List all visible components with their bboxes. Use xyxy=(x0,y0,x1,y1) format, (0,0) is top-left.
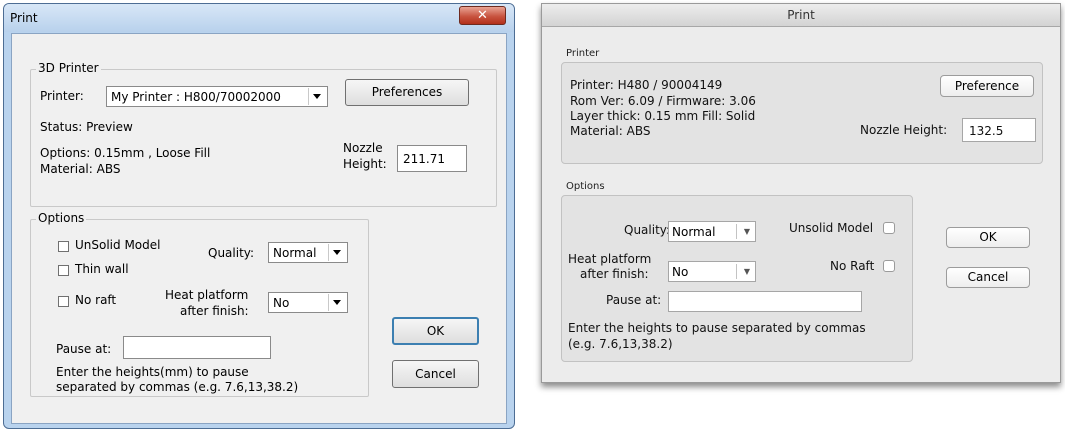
status-text: Status: Preview xyxy=(40,120,133,134)
printer-text: Printer: H480 / 90004149 xyxy=(570,78,723,92)
options-section-label: Options xyxy=(566,181,605,192)
quality-popup-value: Normal xyxy=(672,225,716,239)
cancel-button[interactable]: Cancel xyxy=(392,360,479,388)
nozzle-height-value: 211.71 xyxy=(403,152,445,166)
pause-at-input[interactable] xyxy=(668,291,862,312)
popup-arrow-icon: ▼ xyxy=(743,227,750,236)
cancel-button[interactable]: Cancel xyxy=(946,267,1030,288)
unsolid-model-checkbox[interactable] xyxy=(883,222,895,234)
options-summary: Options: 0.15mm , Loose Fill xyxy=(40,146,211,160)
printer-section-label: Printer xyxy=(566,48,600,59)
dropdown-arrow-icon xyxy=(308,88,326,105)
quality-popup[interactable]: Normal ▼ xyxy=(668,221,756,242)
window-title: Print xyxy=(10,11,38,25)
nozzle-height-label: Nozzle Height: xyxy=(860,123,948,137)
printer-label: Printer: xyxy=(40,89,84,103)
pause-at-label: Pause at: xyxy=(606,293,662,307)
heat-platform-label-line2: after finish: xyxy=(180,304,249,318)
preferences-button[interactable]: Preferences xyxy=(345,79,469,106)
no-raft-label: No Raft xyxy=(830,259,875,273)
nozzle-height-input[interactable]: 211.71 xyxy=(397,145,467,172)
dialog-client-area: 3D Printer Printer: My Printer : H800/70… xyxy=(11,33,507,424)
dropdown-arrow-icon xyxy=(328,294,346,311)
thin-wall-label: Thin wall xyxy=(75,262,129,276)
nozzle-height-value: 132.5 xyxy=(969,124,1004,138)
pause-at-label: Pause at: xyxy=(56,342,112,356)
pause-hint-line1: Enter the heights to pause separated by … xyxy=(568,321,866,335)
nozzle-label-line2: Height: xyxy=(343,157,387,171)
printer-select-value: My Printer : H800/70002000 xyxy=(111,90,281,104)
unsolid-model-checkbox[interactable] xyxy=(58,241,69,252)
printer-group: Printer: H480 / 90004149 Rom Ver: 6.09 /… xyxy=(561,62,1043,164)
title-bar: Print ✕ xyxy=(4,4,514,32)
no-raft-label: No raft xyxy=(75,293,117,307)
quality-select[interactable]: Normal xyxy=(268,242,348,263)
title-bar: Print xyxy=(542,4,1060,27)
window-title: Print xyxy=(787,8,815,22)
pause-at-input[interactable] xyxy=(123,336,271,359)
preference-button[interactable]: Preference xyxy=(940,75,1034,97)
quality-label: Quality: xyxy=(208,246,255,260)
heat-platform-label-line1: Heat platform xyxy=(568,252,652,266)
no-raft-checkbox[interactable] xyxy=(58,296,69,307)
mac-print-dialog: Print Printer Printer: H480 / 90004149 R… xyxy=(541,3,1061,383)
dropdown-arrow-icon xyxy=(328,244,346,261)
close-icon: ✕ xyxy=(477,8,488,23)
heat-platform-select[interactable]: No xyxy=(268,292,348,313)
heat-platform-select-value: No xyxy=(273,296,290,310)
heat-platform-label-line2: after finish: xyxy=(580,267,649,281)
layer-fill-text: Layer thick: 0.15 mm Fill: Solid xyxy=(570,109,756,123)
nozzle-label-line1: Nozzle xyxy=(343,141,383,155)
pause-hint-line2: separated by commas (e.g. 7.6,13,38.2) xyxy=(56,380,299,394)
pause-hint-line1: Enter the heights(mm) to pause xyxy=(56,365,249,379)
ok-button[interactable]: OK xyxy=(392,317,479,345)
material-text: Material: ABS xyxy=(570,124,651,138)
thin-wall-checkbox[interactable] xyxy=(58,265,69,276)
heat-platform-popup[interactable]: No ▼ xyxy=(668,261,756,282)
windows-print-dialog: Print ✕ 3D Printer Printer: My Printer :… xyxy=(3,3,515,429)
unsolid-model-label: Unsolid Model xyxy=(789,221,874,235)
quality-label: Quality: xyxy=(624,223,671,237)
rom-version-text: Rom Ver: 6.09 / Firmware: 3.06 xyxy=(570,94,756,108)
nozzle-height-input[interactable]: 132.5 xyxy=(962,118,1036,142)
popup-arrow-icon: ▼ xyxy=(743,267,750,276)
close-button[interactable]: ✕ xyxy=(459,6,506,25)
material-text: Material: ABS xyxy=(40,162,121,176)
heat-platform-label-line1: Heat platform xyxy=(165,288,249,302)
pause-hint-line2: (e.g. 7.6,13,38.2) xyxy=(568,337,673,351)
unsolid-model-label: UnSolid Model xyxy=(75,238,161,252)
no-raft-checkbox[interactable] xyxy=(883,260,895,272)
printer-select[interactable]: My Printer : H800/70002000 xyxy=(106,86,328,107)
heat-platform-popup-value: No xyxy=(672,265,689,279)
options-group: Quality: Normal ▼ Unsolid Model Heat pla… xyxy=(561,195,913,362)
printer-group-legend: 3D Printer xyxy=(36,61,101,75)
quality-select-value: Normal xyxy=(273,246,317,260)
options-group-legend: Options xyxy=(36,211,87,225)
ok-button[interactable]: OK xyxy=(946,227,1030,248)
